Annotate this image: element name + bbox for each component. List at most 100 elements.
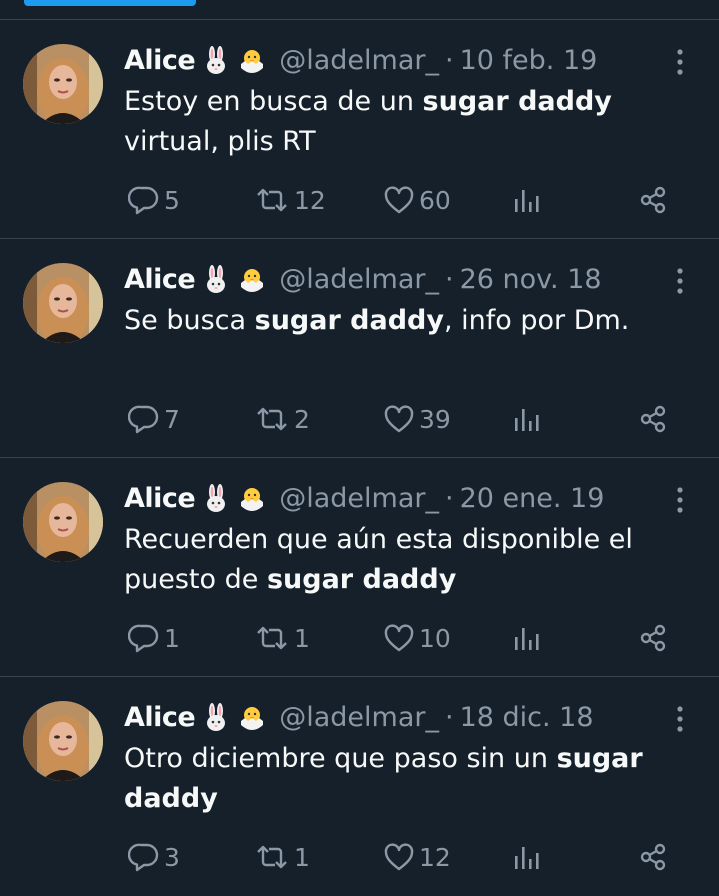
reply-count: 1 xyxy=(164,623,180,653)
tweet-text: Recuerden que aún esta disponible el pue… xyxy=(124,520,684,600)
author-handle[interactable]: @ladelmar_ xyxy=(279,44,439,78)
tweet-text-bold: sugar daddy xyxy=(254,305,444,336)
retweet-icon xyxy=(254,842,290,872)
share-icon xyxy=(638,623,668,653)
separator-dot: · xyxy=(444,264,454,295)
tweet-date[interactable]: 18 dic. 18 xyxy=(460,701,594,735)
heart-icon xyxy=(383,623,415,653)
retweet-icon xyxy=(254,185,290,215)
analytics-icon xyxy=(512,842,542,872)
tweet-text-part: virtual, plis RT xyxy=(124,126,316,157)
reply-button[interactable]: 5 xyxy=(128,180,180,220)
retweet-icon xyxy=(254,623,290,653)
like-count: 10 xyxy=(419,623,451,653)
share-button[interactable] xyxy=(638,618,668,658)
reply-icon xyxy=(128,842,160,872)
like-count: 39 xyxy=(419,404,451,434)
reply-button[interactable]: 7 xyxy=(128,399,180,439)
tweet-text-bold: sugar daddy xyxy=(266,564,457,595)
author-handle[interactable]: @ladelmar_ xyxy=(279,701,439,735)
like-button[interactable]: 60 xyxy=(383,180,451,220)
retweet-button[interactable]: 12 xyxy=(254,180,326,220)
tweet-header: Alice @ladelmar_ · 18 dic. 18 xyxy=(124,701,594,735)
reply-button[interactable]: 3 xyxy=(128,837,180,877)
hatching-chick-emoji-icon xyxy=(237,265,267,295)
author-handle[interactable]: @ladelmar_ xyxy=(279,263,439,297)
share-button[interactable] xyxy=(638,180,668,220)
hatching-chick-emoji-icon xyxy=(237,484,267,514)
analytics-icon xyxy=(512,404,542,434)
rabbit-emoji-icon xyxy=(201,265,231,295)
separator-dot: · xyxy=(444,702,454,733)
author-name[interactable]: Alice xyxy=(124,263,196,297)
rabbit-emoji-icon xyxy=(201,46,231,76)
reply-count: 5 xyxy=(164,185,180,215)
share-button[interactable] xyxy=(638,837,668,877)
views-button[interactable] xyxy=(512,180,542,220)
retweet-count: 2 xyxy=(294,404,310,434)
tweet-text: Estoy en busca de un sugar daddy virtual… xyxy=(124,82,684,162)
like-button[interactable]: 10 xyxy=(383,618,451,658)
tweet-actions: 3 1 12 xyxy=(124,837,684,877)
tweet-date[interactable]: 26 nov. 18 xyxy=(460,263,602,297)
active-tab-indicator xyxy=(24,0,196,6)
tweet-text-part: Estoy en busca de un xyxy=(124,86,423,117)
tweet-actions: 1 1 10 xyxy=(124,618,684,658)
avatar[interactable] xyxy=(23,44,103,124)
retweet-count: 12 xyxy=(294,185,326,215)
tweet-text-bold: sugar daddy xyxy=(422,86,612,117)
reply-icon xyxy=(128,623,160,653)
reply-button[interactable]: 1 xyxy=(128,618,180,658)
retweet-count: 1 xyxy=(294,623,310,653)
tweet[interactable]: Alice @ladelmar_ · 10 feb. 19 Estoy en b… xyxy=(0,20,719,239)
tweet-header: Alice @ladelmar_ · 10 feb. 19 xyxy=(124,44,597,78)
more-options-icon[interactable] xyxy=(668,704,692,734)
tweet-text-part: , info por Dm. xyxy=(443,305,630,336)
avatar[interactable] xyxy=(23,701,103,781)
tweet[interactable]: Alice @ladelmar_ · 26 nov. 18 Se busca s… xyxy=(0,239,719,458)
more-options-icon[interactable] xyxy=(668,266,692,296)
tweet-date[interactable]: 10 feb. 19 xyxy=(460,44,598,78)
reply-icon xyxy=(128,185,160,215)
author-name[interactable]: Alice xyxy=(124,44,196,78)
retweet-button[interactable]: 1 xyxy=(254,837,310,877)
reply-count: 7 xyxy=(164,404,180,434)
rabbit-emoji-icon xyxy=(201,484,231,514)
tweet-header: Alice @ladelmar_ · 20 ene. 19 xyxy=(124,482,604,516)
like-button[interactable]: 12 xyxy=(383,837,451,877)
tweet-text-part: Otro diciembre que paso sin un xyxy=(124,743,557,774)
share-button[interactable] xyxy=(638,399,668,439)
heart-icon xyxy=(383,404,415,434)
like-button[interactable]: 39 xyxy=(383,399,451,439)
share-icon xyxy=(638,842,668,872)
separator-dot: · xyxy=(444,45,454,76)
retweet-count: 1 xyxy=(294,842,310,872)
tweet-header: Alice @ladelmar_ · 26 nov. 18 xyxy=(124,263,602,297)
tweet-date[interactable]: 20 ene. 19 xyxy=(460,482,605,516)
like-count: 12 xyxy=(419,842,451,872)
share-icon xyxy=(638,404,668,434)
author-name[interactable]: Alice xyxy=(124,701,196,735)
tweet-feed: Alice @ladelmar_ · 10 feb. 19 Estoy en b… xyxy=(0,20,719,896)
retweet-button[interactable]: 1 xyxy=(254,618,310,658)
views-button[interactable] xyxy=(512,399,542,439)
avatar[interactable] xyxy=(23,482,103,562)
views-button[interactable] xyxy=(512,618,542,658)
retweet-button[interactable]: 2 xyxy=(254,399,310,439)
separator-dot: · xyxy=(444,483,454,514)
analytics-icon xyxy=(512,185,542,215)
tweet-text: Se busca sugar daddy, info por Dm. xyxy=(124,301,684,341)
like-count: 60 xyxy=(419,185,451,215)
more-options-icon[interactable] xyxy=(668,485,692,515)
tweet[interactable]: Alice @ladelmar_ · 20 ene. 19 Recuerden … xyxy=(0,458,719,677)
author-name[interactable]: Alice xyxy=(124,482,196,516)
heart-icon xyxy=(383,185,415,215)
heart-icon xyxy=(383,842,415,872)
avatar[interactable] xyxy=(23,263,103,343)
tweet-actions: 5 12 60 xyxy=(124,180,684,220)
tweet[interactable]: Alice @ladelmar_ · 18 dic. 18 Otro dicie… xyxy=(0,677,719,896)
views-button[interactable] xyxy=(512,837,542,877)
author-handle[interactable]: @ladelmar_ xyxy=(279,482,439,516)
more-options-icon[interactable] xyxy=(668,47,692,77)
reply-count: 3 xyxy=(164,842,180,872)
